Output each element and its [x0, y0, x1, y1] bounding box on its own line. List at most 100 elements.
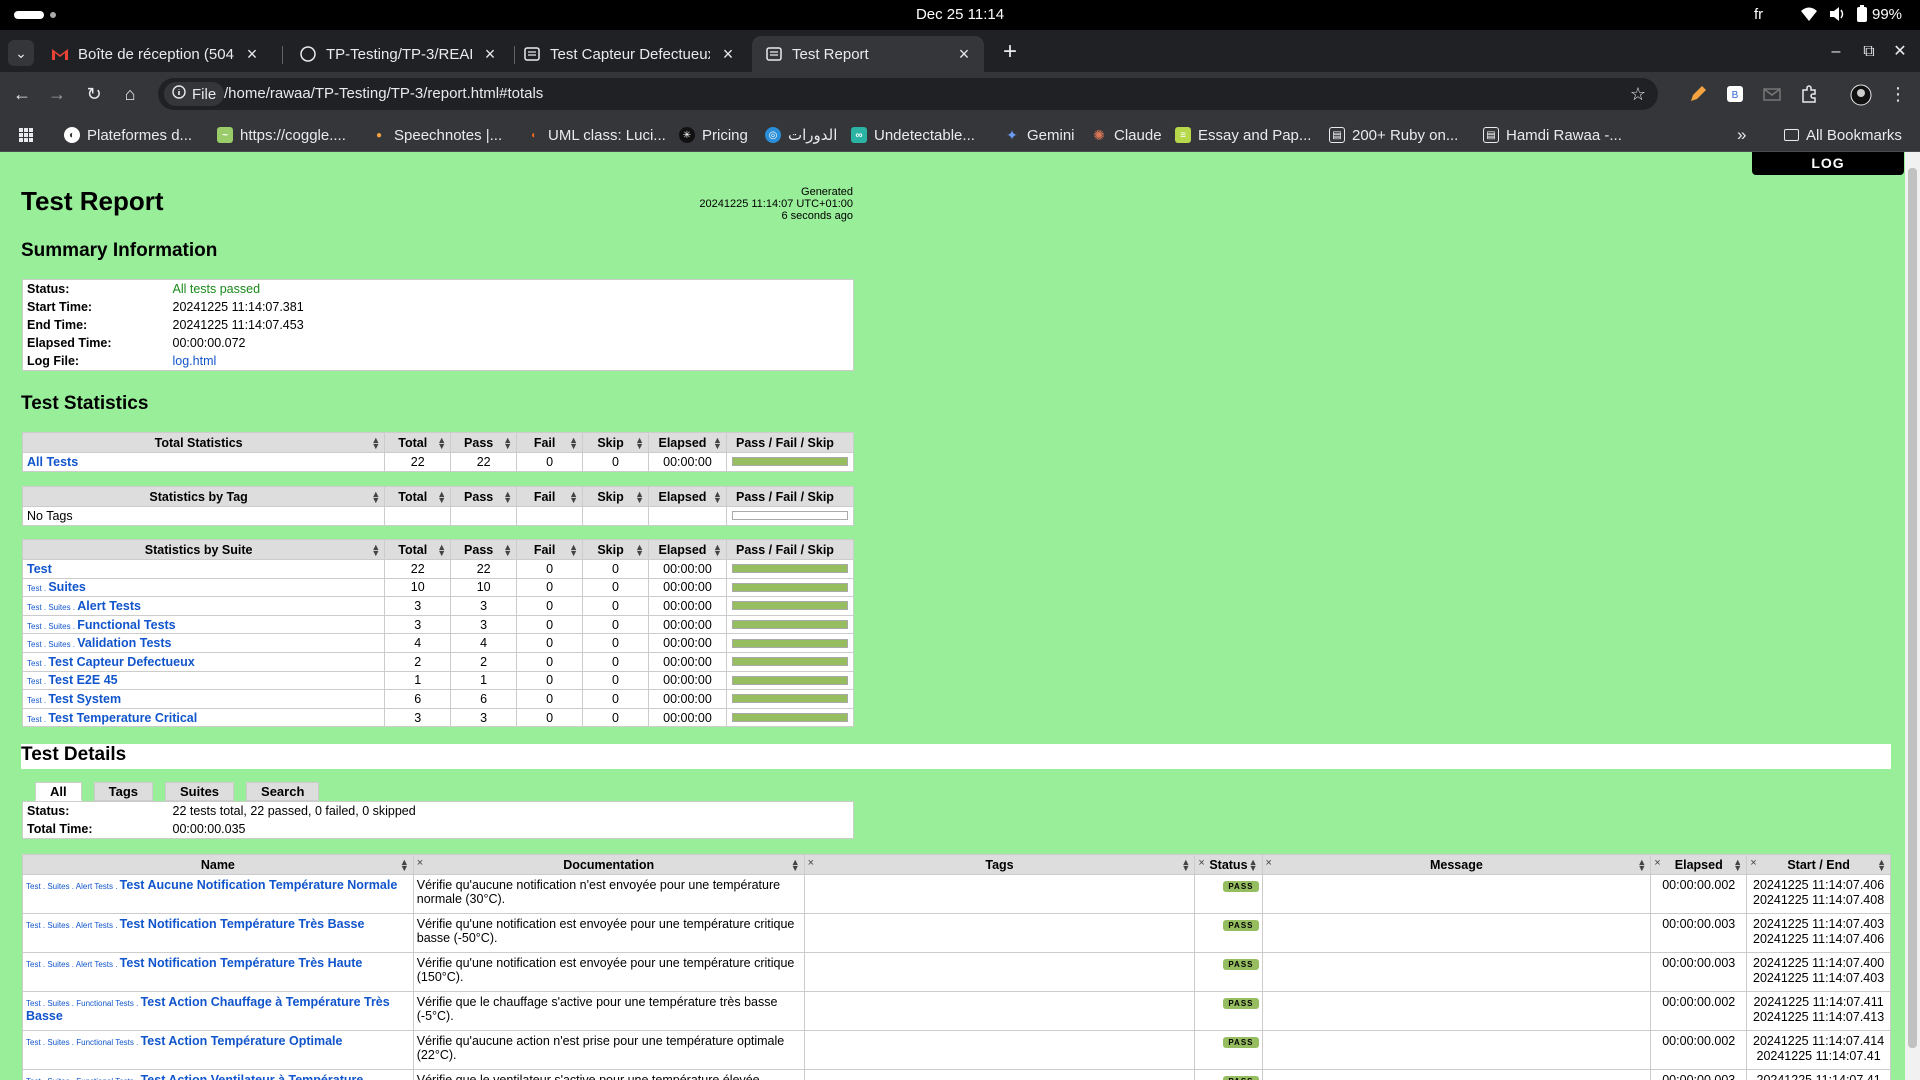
- profile-avatar-icon[interactable]: [1850, 84, 1872, 106]
- new-tab-button[interactable]: +: [996, 39, 1024, 67]
- b-extension-icon[interactable]: B: [1725, 84, 1745, 104]
- address-bar[interactable]: File /home/rawaa/TP-Testing/TP-3/report.…: [158, 78, 1658, 110]
- bookmark-item[interactable]: ◐ Plateformes d...: [64, 124, 192, 146]
- pencil-extension-icon[interactable]: [1688, 84, 1708, 104]
- tab-search[interactable]: Search: [246, 782, 320, 801]
- bookmark-item[interactable]: ≡ Essay and Pap...: [1175, 124, 1311, 146]
- sort-icon[interactable]: ▲ ▼: [1181, 858, 1190, 873]
- sort-icon[interactable]: ▲ ▼: [1733, 858, 1742, 873]
- tab-suites[interactable]: Suites: [165, 782, 235, 801]
- sort-icon[interactable]: ▲ ▼: [569, 490, 578, 505]
- stats-column-header[interactable]: Fail ▲ ▼: [516, 539, 584, 560]
- bookmark-item[interactable]: ▤ 200+ Ruby on...: [1329, 124, 1458, 146]
- test-column-header[interactable]: × Tags ▲ ▼: [803, 854, 1196, 875]
- bookmark-star-icon[interactable]: ☆: [1630, 84, 1646, 105]
- sort-icon[interactable]: ▲ ▼: [1877, 858, 1886, 873]
- sort-icon[interactable]: ▲ ▼: [371, 436, 380, 451]
- reload-button[interactable]: ↻: [80, 80, 108, 108]
- sort-icon[interactable]: ▲ ▼: [713, 436, 722, 451]
- bookmark-item[interactable]: ▤ Hamdi Rawaa -...: [1483, 124, 1622, 146]
- sort-icon[interactable]: ▲ ▼: [371, 543, 380, 558]
- stat-name-link[interactable]: Validation Tests: [77, 636, 171, 650]
- mail-extension-icon[interactable]: [1762, 84, 1782, 104]
- sort-icon[interactable]: ▲ ▼: [437, 543, 446, 558]
- test-column-header[interactable]: × Elapsed ▲ ▼: [1650, 854, 1748, 875]
- extensions-puzzle-icon[interactable]: [1799, 84, 1819, 104]
- stats-column-header[interactable]: Pass / Fail / Skip: [725, 539, 855, 560]
- log-button[interactable]: LOG: [1752, 152, 1904, 175]
- test-column-header[interactable]: × Documentation ▲ ▼: [412, 854, 805, 875]
- stats-header[interactable]: Statistics by Tag ▲ ▼: [21, 486, 386, 507]
- stats-column-header[interactable]: Skip ▲ ▼: [582, 539, 649, 560]
- restore-button[interactable]: ⧉: [1857, 42, 1881, 66]
- stats-column-header[interactable]: Elapsed ▲ ▼: [647, 486, 727, 507]
- scrollbar-thumb[interactable]: [1908, 168, 1917, 1048]
- tab-tags[interactable]: Tags: [93, 782, 154, 801]
- sort-icon[interactable]: ▲ ▼: [1637, 858, 1646, 873]
- stats-column-header[interactable]: Pass / Fail / Skip: [725, 432, 855, 453]
- stat-name-link[interactable]: Suites: [48, 580, 86, 594]
- close-icon[interactable]: ×: [242, 44, 262, 64]
- stat-name-link[interactable]: Test: [27, 562, 52, 576]
- tab-gmail[interactable]: Boîte de réception (504) ×: [38, 36, 272, 72]
- sort-icon[interactable]: ▲ ▼: [791, 858, 800, 873]
- tab-search-button[interactable]: ⌄: [8, 40, 34, 66]
- sort-icon[interactable]: ▲ ▼: [437, 490, 446, 505]
- all-bookmarks-button[interactable]: All Bookmarks: [1784, 124, 1902, 146]
- stat-name-link[interactable]: All Tests: [27, 455, 78, 469]
- stats-column-header[interactable]: Skip ▲ ▼: [582, 486, 649, 507]
- test-name-link[interactable]: Test Aucune Notification Température Nor…: [120, 878, 398, 892]
- stats-column-header[interactable]: Fail ▲ ▼: [516, 432, 584, 453]
- stats-header[interactable]: Total Statistics ▲ ▼: [21, 432, 386, 453]
- hide-column-icon[interactable]: ×: [417, 857, 423, 869]
- hide-column-icon[interactable]: ×: [1198, 857, 1204, 869]
- sort-icon[interactable]: ▲ ▼: [503, 543, 512, 558]
- stats-column-header[interactable]: Pass ▲ ▼: [450, 432, 518, 453]
- stats-column-header[interactable]: Total ▲ ▼: [384, 486, 452, 507]
- stats-header[interactable]: Statistics by Suite ▲ ▼: [21, 539, 386, 560]
- apps-grid-icon[interactable]: [18, 124, 34, 146]
- test-name-link[interactable]: Test Action Ventilateur à Température: [141, 1073, 364, 1080]
- stats-column-header[interactable]: Pass / Fail / Skip: [725, 486, 855, 507]
- sort-icon[interactable]: ▲ ▼: [400, 858, 409, 873]
- close-icon[interactable]: ×: [718, 44, 738, 64]
- sort-icon[interactable]: ▲ ▼: [713, 490, 722, 505]
- sort-icon[interactable]: ▲ ▼: [569, 543, 578, 558]
- stat-name-link[interactable]: Test Capteur Defectueux: [48, 655, 194, 669]
- sort-icon[interactable]: ▲ ▼: [437, 436, 446, 451]
- close-icon[interactable]: ×: [954, 44, 974, 64]
- log-file-link[interactable]: log.html: [173, 354, 217, 368]
- close-icon[interactable]: ×: [480, 44, 500, 64]
- stat-name-link[interactable]: Test E2E 45: [48, 673, 117, 687]
- tab-test-capteur[interactable]: Test Capteur Defectueux ×: [510, 36, 748, 72]
- home-button[interactable]: ⌂: [116, 80, 144, 108]
- more-bookmarks-button[interactable]: »: [1737, 124, 1746, 146]
- stat-name-link[interactable]: Test Temperature Critical: [48, 711, 197, 725]
- stats-column-header[interactable]: Total ▲ ▼: [384, 539, 452, 560]
- test-name-link[interactable]: Test Action Température Optimale: [141, 1034, 343, 1048]
- sort-icon[interactable]: ▲ ▼: [635, 490, 644, 505]
- stats-column-header[interactable]: Pass ▲ ▼: [450, 486, 518, 507]
- stat-name-link[interactable]: Functional Tests: [77, 618, 175, 632]
- system-tray[interactable]: 99%: [1800, 5, 1902, 23]
- input-language[interactable]: fr: [1754, 6, 1763, 23]
- stats-column-header[interactable]: Elapsed ▲ ▼: [647, 539, 727, 560]
- test-name-link[interactable]: Test Notification Température Très Haute: [120, 956, 363, 970]
- sort-icon[interactable]: ▲ ▼: [503, 490, 512, 505]
- url-text[interactable]: /home/rawaa/TP-Testing/TP-3/report.html#…: [224, 85, 543, 102]
- hide-column-icon[interactable]: ×: [1750, 857, 1756, 869]
- bookmark-item[interactable]: ✦ Gemini: [1004, 124, 1074, 146]
- tab-github-readme[interactable]: TP-Testing/TP-3/READM ×: [286, 36, 510, 72]
- stats-column-header[interactable]: Total ▲ ▼: [384, 432, 452, 453]
- sort-icon[interactable]: ▲ ▼: [1249, 858, 1258, 873]
- stat-name-link[interactable]: Alert Tests: [77, 599, 141, 613]
- test-column-header[interactable]: Name ▲ ▼: [22, 854, 414, 875]
- window-close-button[interactable]: ✕: [1888, 42, 1912, 66]
- stats-column-header[interactable]: Fail ▲ ▼: [516, 486, 584, 507]
- sort-icon[interactable]: ▲ ▼: [635, 436, 644, 451]
- bookmark-item[interactable]: ∞ Undetectable...: [851, 124, 975, 146]
- minimize-button[interactable]: –: [1824, 42, 1848, 66]
- clock[interactable]: Dec 25 11:14: [0, 6, 1920, 23]
- sort-icon[interactable]: ▲ ▼: [569, 436, 578, 451]
- bookmark-item[interactable]: ● Speechnotes |...: [371, 124, 502, 146]
